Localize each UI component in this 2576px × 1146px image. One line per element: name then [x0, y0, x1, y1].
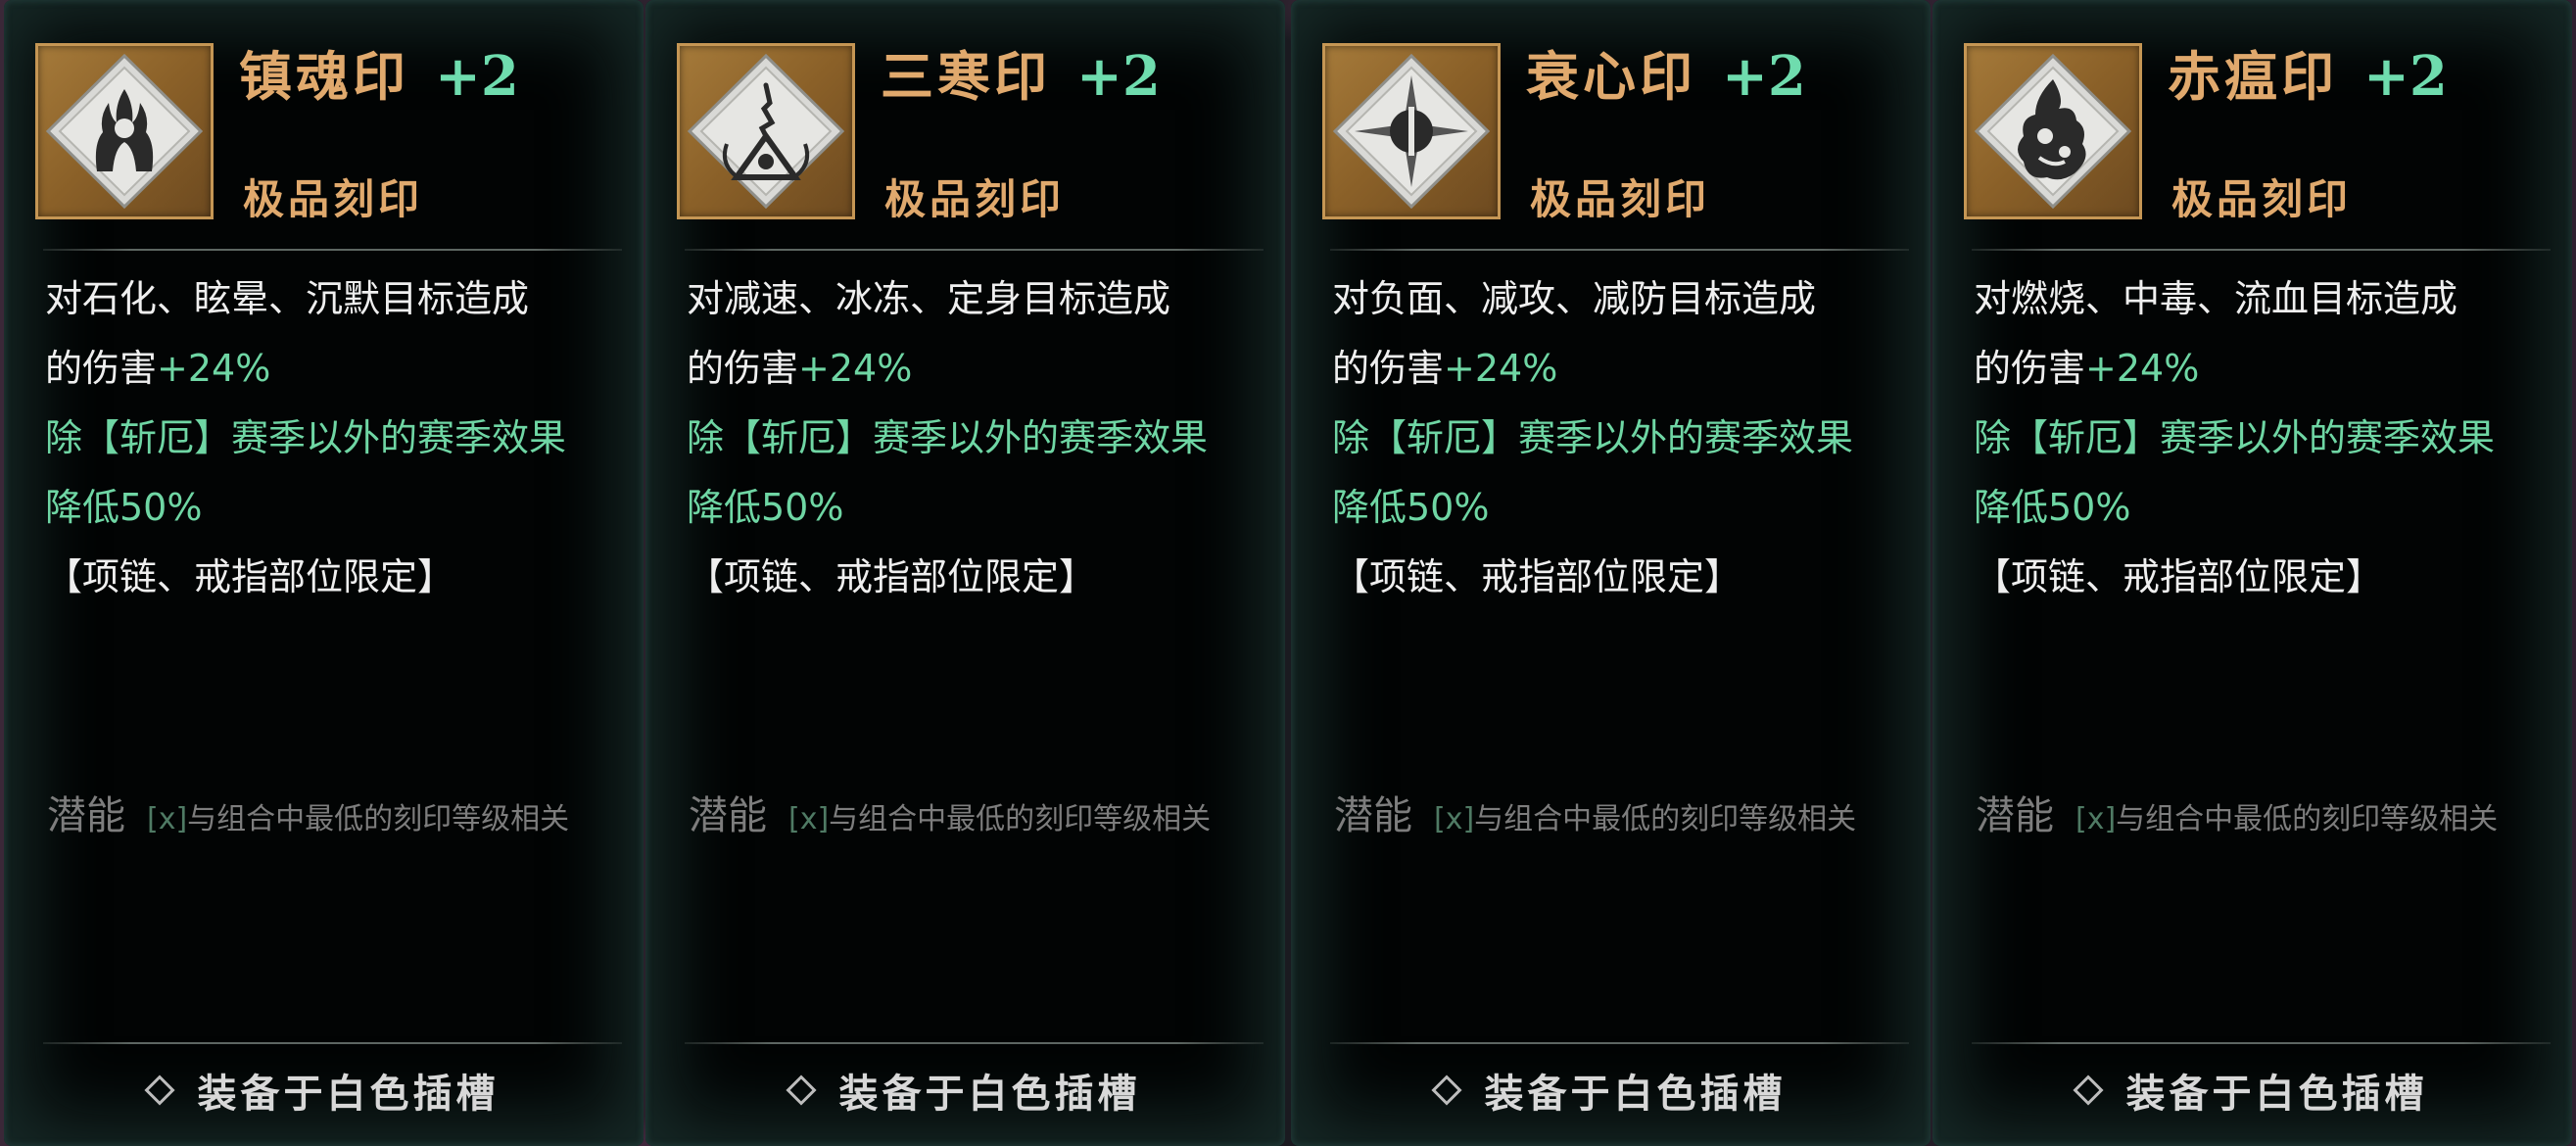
- rune-description: 对石化、眩晕、沉默目标造成 的伤害+24% 除【斩厄】赛季以外的赛季效果 降低5…: [45, 264, 624, 612]
- plague-flame-rune-icon: [1974, 53, 2132, 210]
- desc-line: 对减速、冰冻、定身目标造成: [687, 277, 1171, 320]
- season-effect-line: 降低50%: [1332, 486, 1490, 529]
- damage-text: 的伤害: [1332, 347, 1445, 390]
- desc-line: 的伤害+24%: [45, 334, 624, 404]
- slot-restriction: 【项链、戒指部位限定】: [45, 555, 455, 598]
- rune-grade: 极品刻印: [2171, 175, 2353, 223]
- equip-slot-row: 装备于白色插槽: [645, 1062, 1285, 1119]
- bottom-divider: [685, 1042, 1264, 1044]
- potential-x: [x]: [788, 802, 830, 836]
- frost-triangle-rune-icon: [687, 53, 845, 210]
- damage-text: 的伤害: [687, 347, 799, 390]
- potential-row: 潜能 [x] 与组合中最低的刻印等级相关: [1334, 784, 1856, 840]
- season-effect-line: 降低50%: [687, 486, 844, 529]
- desc-line: 对燃烧、中毒、流血目标造成: [1974, 277, 2458, 320]
- desc-line: 对石化、眩晕、沉默目标造成: [45, 277, 530, 320]
- rune-title: 衰心印: [1526, 45, 1696, 108]
- equip-slot-text: 装备于白色插槽: [1484, 1071, 1787, 1117]
- rune-card-1[interactable]: 镇魂印 +2 极品刻印 对石化、眩晕、沉默目标造成 的伤害+24% 除【斩厄】赛…: [4, 0, 644, 1146]
- rune-title-row: 镇魂印 +2: [239, 33, 519, 112]
- bottom-divider: [1330, 1042, 1909, 1044]
- potential-text: 与组合中最低的刻印等级相关: [829, 802, 1212, 836]
- potential-label: 潜能: [689, 793, 767, 838]
- damage-text: 的伤害: [1974, 347, 2086, 390]
- top-divider: [1330, 249, 1909, 251]
- potential-x: [x]: [147, 802, 188, 836]
- potential-label: 潜能: [1976, 793, 2054, 838]
- equip-slot-row: 装备于白色插槽: [1932, 1062, 2572, 1119]
- equip-slot-row: 装备于白色插槽: [1291, 1062, 1931, 1119]
- potential-row: 潜能 [x] 与组合中最低的刻印等级相关: [689, 784, 1211, 840]
- desc-line: 的伤害+24%: [687, 334, 1265, 404]
- rune-card-3[interactable]: 衰心印 +2 极品刻印 对负面、减攻、减防目标造成 的伤害+24% 除【斩厄】赛…: [1291, 0, 1931, 1146]
- equip-slot-row: 装备于白色插槽: [4, 1062, 644, 1119]
- diamond-icon: [1430, 1074, 1462, 1106]
- rune-grade: 极品刻印: [243, 175, 424, 223]
- diamond-icon: [785, 1074, 817, 1106]
- rune-icon-frame: [1322, 43, 1501, 219]
- rune-card-4[interactable]: 赤瘟印 +2 极品刻印 对燃烧、中毒、流血目标造成 的伤害+24% 除【斩厄】赛…: [1932, 0, 2572, 1146]
- potential-label: 潜能: [47, 793, 125, 838]
- rune-title-row: 衰心印 +2: [1526, 33, 1806, 112]
- damage-bonus: +24%: [2085, 347, 2200, 390]
- rune-title: 镇魂印: [239, 45, 409, 108]
- rune-description: 对负面、减攻、减防目标造成 的伤害+24% 除【斩厄】赛季以外的赛季效果 降低5…: [1332, 264, 1911, 612]
- diamond-icon: [2072, 1074, 2104, 1106]
- potential-x: [x]: [2075, 802, 2117, 836]
- slot-restriction: 【项链、戒指部位限定】: [1332, 555, 1742, 598]
- potential-x: [x]: [1434, 802, 1475, 836]
- rune-card-2[interactable]: 三寒印 +2 极品刻印 对减速、冰冻、定身目标造成 的伤害+24% 除【斩厄】赛…: [645, 0, 1285, 1146]
- season-effect-line: 降低50%: [1974, 486, 2131, 529]
- top-divider: [685, 249, 1264, 251]
- slot-restriction: 【项链、戒指部位限定】: [1974, 555, 2384, 598]
- potential-row: 潜能 [x] 与组合中最低的刻印等级相关: [1976, 784, 2498, 840]
- slot-restriction: 【项链、戒指部位限定】: [687, 555, 1097, 598]
- equip-slot-text: 装备于白色插槽: [838, 1071, 1141, 1117]
- desc-line: 对负面、减攻、减防目标造成: [1332, 277, 1817, 320]
- damage-bonus: +24%: [1444, 347, 1558, 390]
- damage-text: 的伤害: [45, 347, 158, 390]
- rune-level: +2: [1722, 44, 1806, 109]
- potential-text: 与组合中最低的刻印等级相关: [2116, 802, 2499, 836]
- top-divider: [43, 249, 622, 251]
- rune-title: 赤瘟印: [2168, 45, 2338, 108]
- equip-slot-text: 装备于白色插槽: [2125, 1071, 2428, 1117]
- piercing-star-rune-icon: [1332, 53, 1491, 210]
- potential-text: 与组合中最低的刻印等级相关: [187, 802, 570, 836]
- rune-description: 对减速、冰冻、定身目标造成 的伤害+24% 除【斩厄】赛季以外的赛季效果 降低5…: [687, 264, 1265, 612]
- top-divider: [1972, 249, 2551, 251]
- rune-icon-frame: [35, 43, 214, 219]
- rune-title-row: 三寒印 +2: [881, 33, 1161, 112]
- bottom-divider: [1972, 1042, 2551, 1044]
- season-effect-line: 降低50%: [45, 486, 203, 529]
- season-effect-line: 除【斩厄】赛季以外的赛季效果: [45, 416, 567, 459]
- potential-label: 潜能: [1334, 793, 1412, 838]
- bottom-divider: [43, 1042, 622, 1044]
- rune-grade: 极品刻印: [884, 175, 1066, 223]
- flaming-spirit-rune-icon: [45, 53, 204, 210]
- rune-level: +2: [435, 44, 519, 109]
- rune-level: +2: [1076, 44, 1161, 109]
- season-effect-line: 除【斩厄】赛季以外的赛季效果: [687, 416, 1209, 459]
- rune-description: 对燃烧、中毒、流血目标造成 的伤害+24% 除【斩厄】赛季以外的赛季效果 降低5…: [1974, 264, 2552, 612]
- rune-icon-frame: [1964, 43, 2142, 219]
- rune-title: 三寒印: [881, 45, 1051, 108]
- equip-slot-text: 装备于白色插槽: [197, 1071, 500, 1117]
- desc-line: 的伤害+24%: [1974, 334, 2552, 404]
- season-effect-line: 除【斩厄】赛季以外的赛季效果: [1974, 416, 2496, 459]
- desc-line: 的伤害+24%: [1332, 334, 1911, 404]
- rune-title-row: 赤瘟印 +2: [2168, 33, 2448, 112]
- rune-icon-frame: [677, 43, 855, 219]
- rune-grade: 极品刻印: [1530, 175, 1711, 223]
- diamond-icon: [143, 1074, 175, 1106]
- damage-bonus: +24%: [798, 347, 913, 390]
- potential-row: 潜能 [x] 与组合中最低的刻印等级相关: [47, 784, 569, 840]
- rune-level: +2: [2363, 44, 2448, 109]
- damage-bonus: +24%: [157, 347, 271, 390]
- potential-text: 与组合中最低的刻印等级相关: [1474, 802, 1857, 836]
- season-effect-line: 除【斩厄】赛季以外的赛季效果: [1332, 416, 1854, 459]
